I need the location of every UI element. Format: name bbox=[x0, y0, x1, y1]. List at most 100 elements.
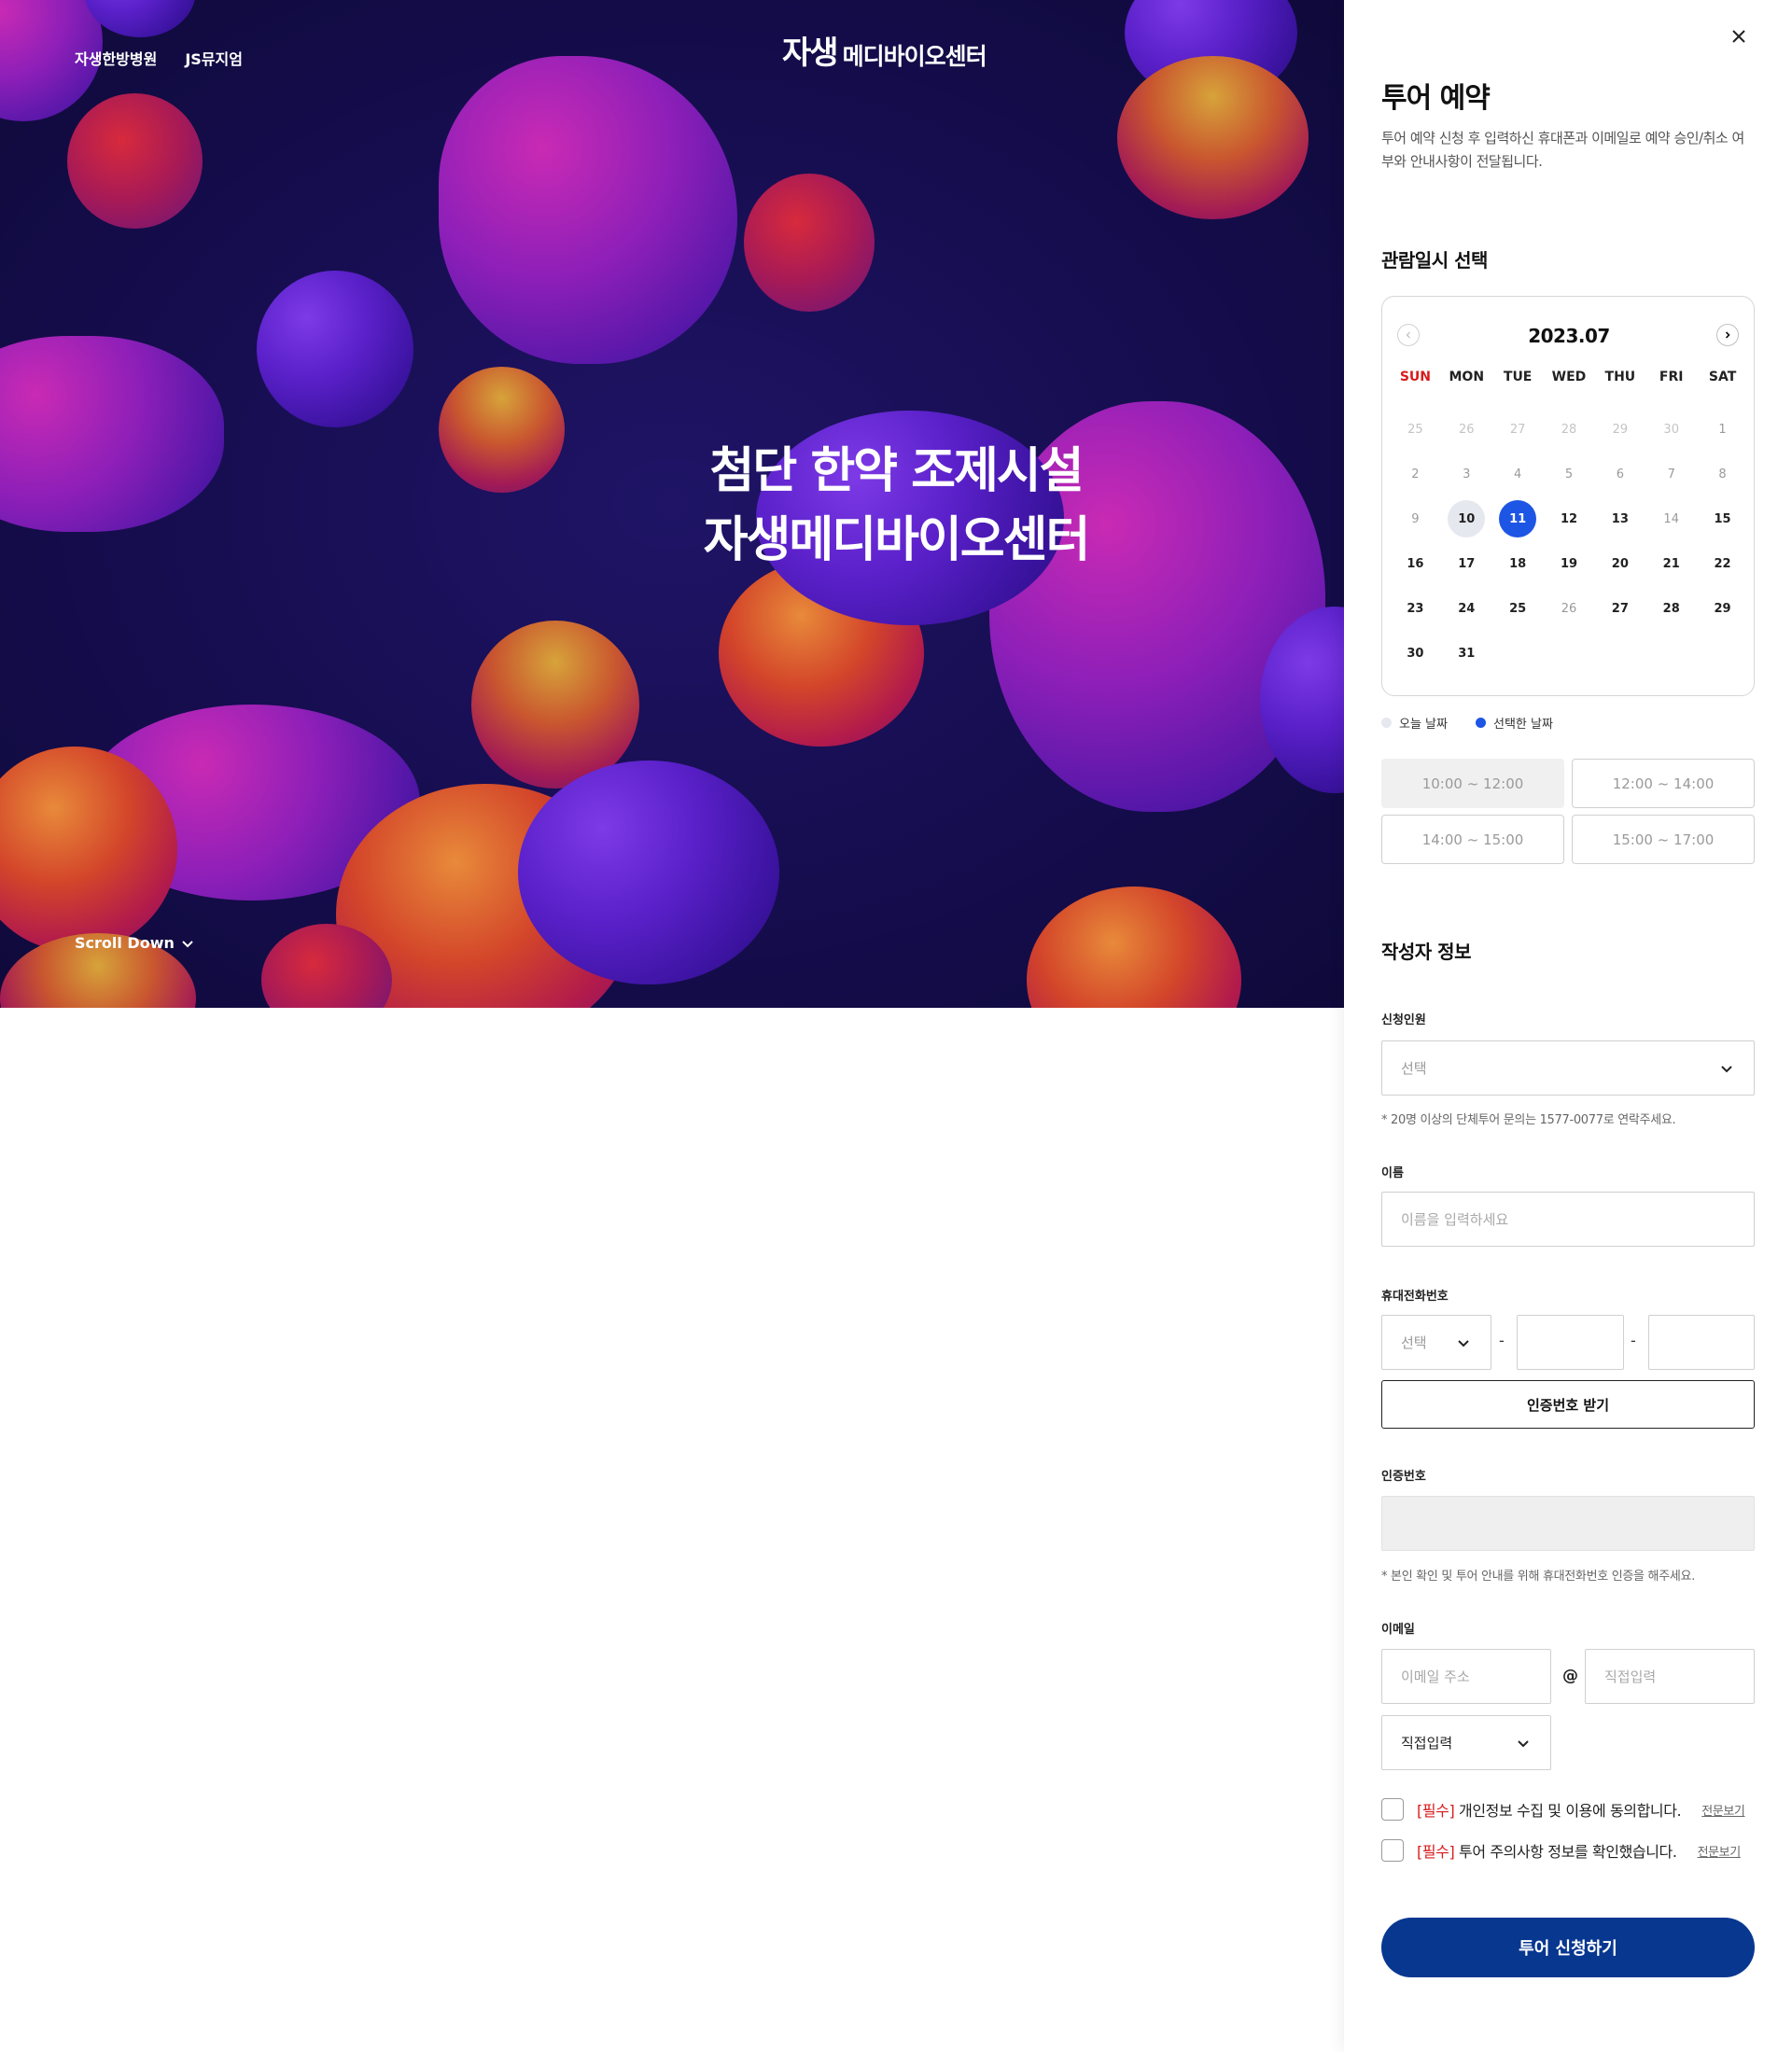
name-input[interactable] bbox=[1381, 1192, 1755, 1247]
decorative-blob bbox=[744, 174, 875, 312]
calendar-day-number: 2 bbox=[1411, 467, 1420, 482]
calendar-day-number: 11 bbox=[1499, 500, 1537, 537]
calendar-day[interactable]: 22 bbox=[1697, 541, 1748, 586]
calendar-day-number: 27 bbox=[1509, 422, 1526, 437]
calendar-day[interactable]: 13 bbox=[1594, 496, 1645, 541]
weekday-thu: THU bbox=[1604, 370, 1636, 384]
calendar-weekdays: SUN MON TUE WED THU FRI SAT bbox=[1382, 370, 1756, 384]
logo[interactable]: 자생 메디바이오센터 bbox=[782, 37, 987, 69]
phone-prefix-select[interactable]: 선택 bbox=[1381, 1315, 1491, 1370]
today-dot bbox=[1381, 718, 1392, 728]
calendar-day-number: 21 bbox=[1662, 556, 1680, 571]
calendar-day[interactable]: 9 bbox=[1390, 496, 1441, 541]
calendar-day[interactable]: 30 bbox=[1390, 631, 1441, 676]
time-slot[interactable]: 10:00 ~ 12:00 bbox=[1381, 759, 1564, 808]
calendar-day[interactable]: 27 bbox=[1594, 586, 1645, 631]
calendar-day[interactable]: 29 bbox=[1697, 586, 1748, 631]
calendar-day[interactable]: 12 bbox=[1544, 496, 1595, 541]
calendar-day-number: 30 bbox=[1407, 646, 1424, 661]
weekday-sun: SUN bbox=[1399, 370, 1431, 384]
time-slot[interactable]: 14:00 ~ 15:00 bbox=[1381, 815, 1564, 864]
tour-notice-view-link[interactable]: 전문보기 bbox=[1698, 1842, 1742, 1860]
close-icon[interactable] bbox=[1727, 24, 1751, 49]
people-select[interactable]: 선택 bbox=[1381, 1040, 1755, 1096]
calendar-day[interactable]: 5 bbox=[1544, 452, 1595, 496]
nav-link-jaseng-hospital[interactable]: 자생한방병원 bbox=[75, 47, 157, 69]
tour-notice-checkbox[interactable] bbox=[1381, 1839, 1404, 1862]
decorative-blob bbox=[1027, 886, 1241, 1008]
calendar-day[interactable]: 16 bbox=[1390, 541, 1441, 586]
calendar-day[interactable]: 23 bbox=[1390, 586, 1441, 631]
calendar-day[interactable]: 17 bbox=[1441, 541, 1492, 586]
email-domain-input[interactable] bbox=[1585, 1649, 1755, 1704]
calendar-day[interactable]: 29 bbox=[1594, 407, 1645, 452]
calendar-day[interactable]: 18 bbox=[1492, 541, 1544, 586]
calendar-day[interactable]: 19 bbox=[1544, 541, 1595, 586]
calendar-day[interactable]: 28 bbox=[1645, 586, 1697, 631]
decorative-blob bbox=[471, 621, 639, 789]
privacy-checkbox[interactable] bbox=[1381, 1798, 1404, 1821]
logo-mark: 자생 bbox=[782, 35, 839, 72]
decorative-blob bbox=[257, 271, 413, 427]
calendar-day[interactable]: 26 bbox=[1441, 407, 1492, 452]
calendar-day[interactable]: 25 bbox=[1492, 586, 1544, 631]
calendar-day-number: 7 bbox=[1667, 467, 1675, 482]
people-label: 신청인원 bbox=[1381, 1013, 1426, 1027]
selected-dot bbox=[1475, 718, 1486, 728]
calendar-day-number: 18 bbox=[1509, 556, 1527, 571]
hero-title-line2: 자생메디바이오센터 bbox=[703, 512, 1091, 568]
privacy-view-link[interactable]: 전문보기 bbox=[1701, 1801, 1745, 1819]
calendar-day-number: 17 bbox=[1458, 556, 1476, 571]
calendar-day[interactable]: 3 bbox=[1441, 452, 1492, 496]
phone-middle-input[interactable] bbox=[1517, 1315, 1624, 1370]
send-verification-button[interactable]: 인증번호 받기 bbox=[1381, 1380, 1755, 1429]
legend-selected: 선택한 날짜 bbox=[1475, 714, 1553, 732]
calendar-day[interactable]: 26 bbox=[1544, 586, 1595, 631]
decorative-blob bbox=[1117, 56, 1309, 219]
chevron-down-icon bbox=[1518, 1739, 1529, 1747]
calendar-day[interactable]: 4 bbox=[1492, 452, 1544, 496]
calendar-day[interactable]: 28 bbox=[1544, 407, 1595, 452]
calendar-day-number: 14 bbox=[1663, 511, 1679, 526]
writer-section-heading: 작성자 정보 bbox=[1381, 941, 1471, 963]
calendar-day-number: 25 bbox=[1509, 601, 1527, 616]
calendar-day[interactable]: 24 bbox=[1441, 586, 1492, 631]
calendar-day-number: 6 bbox=[1616, 467, 1624, 482]
calendar-day-number: 1 bbox=[1718, 422, 1727, 437]
calendar-day[interactable]: 8 bbox=[1697, 452, 1748, 496]
calendar-day-number: 10 bbox=[1448, 500, 1486, 537]
calendar-day[interactable]: 30 bbox=[1645, 407, 1697, 452]
calendar-day-number: 26 bbox=[1561, 601, 1577, 616]
calendar-day[interactable]: 21 bbox=[1645, 541, 1697, 586]
calendar-day[interactable]: 20 bbox=[1594, 541, 1645, 586]
name-label: 이름 bbox=[1381, 1166, 1404, 1180]
nav-link-js-museum[interactable]: JS뮤지엄 bbox=[185, 47, 243, 69]
tour-notice-text: 투어 주의사항 정보를 확인했습니다. bbox=[1459, 1843, 1677, 1861]
weekday-wed: WED bbox=[1551, 370, 1587, 384]
calendar-day[interactable]: 27 bbox=[1492, 407, 1544, 452]
scroll-down-button[interactable]: Scroll Down bbox=[75, 934, 195, 952]
tour-notice-agreement-text: [필수] 투어 주의사항 정보를 확인했습니다. bbox=[1417, 1839, 1677, 1862]
email-local-input[interactable] bbox=[1381, 1649, 1551, 1704]
calendar-day[interactable]: 7 bbox=[1645, 452, 1697, 496]
calendar-day-number: 31 bbox=[1458, 646, 1476, 661]
calendar-day[interactable]: 11 bbox=[1492, 496, 1544, 541]
calendar-day[interactable]: 6 bbox=[1594, 452, 1645, 496]
calendar-day[interactable]: 2 bbox=[1390, 452, 1441, 496]
calendar-day[interactable]: 25 bbox=[1390, 407, 1441, 452]
submit-tour-button[interactable]: 투어 신청하기 bbox=[1381, 1918, 1755, 1977]
calendar-day[interactable]: 14 bbox=[1645, 496, 1697, 541]
phone-last-input[interactable] bbox=[1648, 1315, 1755, 1370]
chevron-down-icon bbox=[1721, 1065, 1732, 1072]
calendar-day-number: 3 bbox=[1463, 467, 1471, 482]
auth-code-input[interactable] bbox=[1381, 1496, 1755, 1551]
calendar-day[interactable]: 1 bbox=[1697, 407, 1748, 452]
calendar-day-number: 9 bbox=[1411, 511, 1420, 526]
next-month-button[interactable] bbox=[1716, 324, 1739, 346]
time-slot[interactable]: 12:00 ~ 14:00 bbox=[1572, 759, 1755, 808]
calendar-day[interactable]: 10 bbox=[1441, 496, 1492, 541]
email-domain-select[interactable]: 직접입력 bbox=[1381, 1715, 1551, 1770]
time-slot[interactable]: 15:00 ~ 17:00 bbox=[1572, 815, 1755, 864]
calendar-day[interactable]: 15 bbox=[1697, 496, 1748, 541]
calendar-day[interactable]: 31 bbox=[1441, 631, 1492, 676]
